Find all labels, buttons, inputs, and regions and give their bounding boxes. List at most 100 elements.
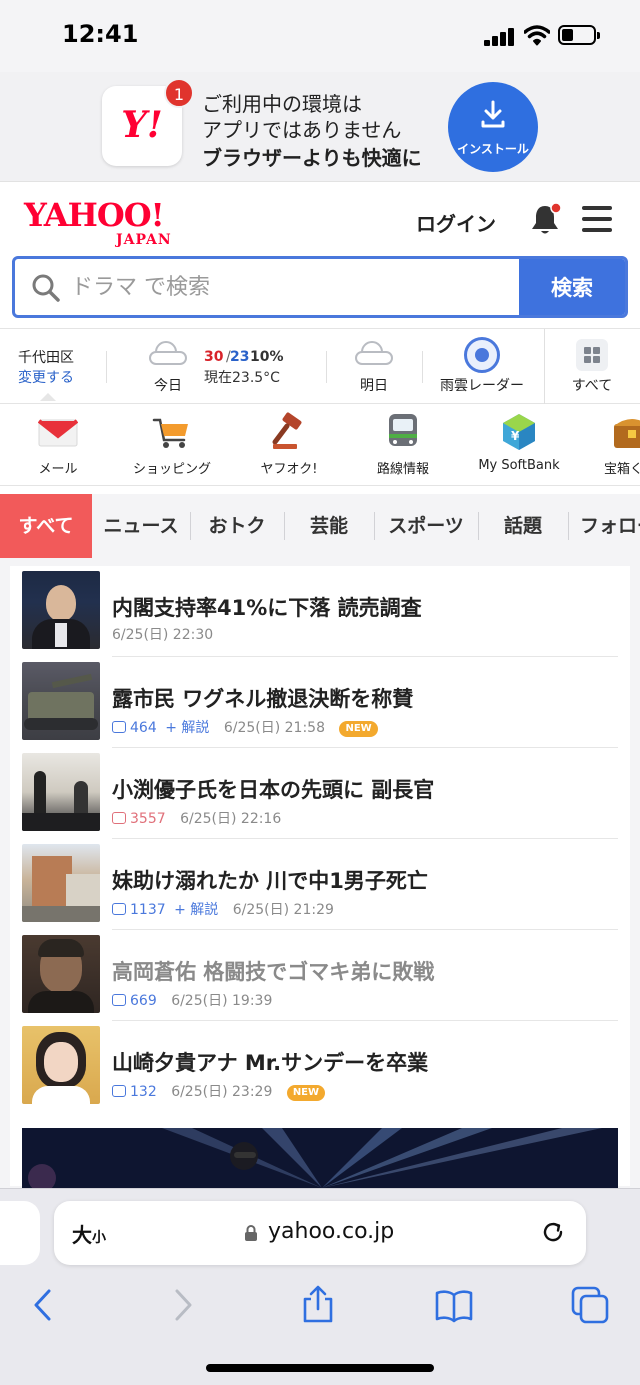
shopping-cart-icon — [152, 418, 188, 448]
news-date: 6/25(日) 23:29 — [171, 1084, 273, 1100]
page-settings-button[interactable]: 大小 — [72, 1219, 106, 1248]
logo-text: YAHOO! — [24, 196, 165, 234]
news-date: 6/25(日) 19:39 — [171, 993, 273, 1009]
tab-topics[interactable]: 話題 — [478, 494, 568, 558]
tab-deals[interactable]: おトク — [190, 494, 284, 558]
search-input[interactable] — [71, 259, 521, 315]
news-item[interactable]: 高岡蒼佑 格闘技でゴマキ弟に敗戦 669 6/25(日) 19:39 — [10, 930, 630, 1021]
tabs-icon[interactable] — [570, 1285, 610, 1325]
bookmarks-icon[interactable] — [434, 1285, 474, 1325]
comment-count[interactable]: 464 — [130, 720, 157, 736]
news-headline[interactable]: 内閣支持率41%に下落 読売調査 — [112, 592, 422, 622]
all-services-label[interactable]: すべて — [562, 375, 622, 395]
comment-count[interactable]: 3557 — [130, 811, 166, 827]
share-icon[interactable] — [298, 1285, 338, 1325]
service-label: メール — [38, 462, 78, 477]
mail-icon — [38, 419, 78, 447]
news-headline[interactable]: 高岡蒼佑 格闘技でゴマキ弟に敗戦 — [112, 956, 434, 986]
comment-icon — [112, 812, 126, 824]
news-thumbnail — [22, 753, 100, 831]
tab-sports[interactable]: スポーツ — [374, 494, 478, 558]
news-meta: 464 + 解説 6/25(日) 21:58 NEW — [112, 717, 378, 737]
battery-level — [562, 29, 573, 41]
news-headline[interactable]: 小渕優子氏を日本の先頭に 副長官 — [112, 774, 434, 804]
home-indicator — [206, 1364, 434, 1372]
news-headline[interactable]: 露市民 ワグネル撤退決断を称賛 — [112, 683, 413, 713]
news-meta: 132 6/25(日) 23:29 NEW — [112, 1081, 326, 1101]
news-date: 6/25(日) 22:16 — [180, 811, 282, 827]
news-card: 内閣支持率41%に下落 読売調査 6/25(日) 22:30 露市民 ワグネル撤… — [10, 566, 630, 1188]
commentary-link[interactable]: + 解説 — [165, 720, 209, 736]
yahoo-japan-logo[interactable]: YAHOO! JAPAN — [24, 196, 180, 248]
news-item[interactable]: 露市民 ワグネル撤退決断を称賛 464 + 解説 6/25(日) 21:58 N… — [10, 657, 630, 748]
address-bar[interactable]: 大小 yahoo.co.jp — [54, 1201, 586, 1265]
all-services-grid-icon[interactable] — [576, 339, 608, 371]
news-item[interactable]: 山崎夕貴アナ Mr.サンデーを卒業 132 6/25(日) 23:29 NEW — [10, 1021, 630, 1112]
service-treasure[interactable]: 宝箱くじ — [594, 404, 640, 486]
banner-text-line-3: ブラウザーよりも快適に — [202, 146, 422, 170]
train-icon — [389, 414, 417, 446]
low-temp: 23 — [230, 349, 250, 365]
comment-count[interactable]: 132 — [130, 1084, 157, 1100]
tab-news[interactable]: ニュース — [92, 494, 190, 558]
news-meta: 669 6/25(日) 19:39 — [112, 990, 272, 1010]
wifi-icon — [524, 25, 550, 46]
news-thumbnail — [22, 662, 100, 740]
new-badge: NEW — [339, 721, 378, 737]
status-time: 12:41 — [62, 20, 139, 48]
service-mysoftbank[interactable]: ¥ My SoftBank — [466, 404, 572, 486]
tab-entertainment[interactable]: 芸能 — [284, 494, 374, 558]
banner-text-line-1: ご利用中の環境は — [202, 92, 362, 116]
hamburger-menu-icon[interactable] — [582, 206, 614, 232]
today-label: 今日 — [154, 378, 182, 394]
news-date: 6/25(日) 22:30 — [112, 627, 214, 643]
news-thumbnail — [22, 1026, 100, 1104]
service-label: My SoftBank — [478, 458, 560, 473]
battery-icon — [558, 25, 600, 45]
app-install-banner[interactable]: Y! 1 ご利用中の環境は アプリではありません ブラウザーよりも快適に インス… — [0, 72, 640, 182]
weather-widget[interactable]: 千代田区 変更する 今日 30 / 23 10% 現在23.5°C 明日 雨雲レ… — [0, 328, 640, 405]
search-button[interactable]: 検索 — [519, 259, 625, 315]
ad-banner-image[interactable] — [22, 1128, 618, 1188]
install-label: インストール — [457, 142, 529, 156]
service-auction[interactable]: ヤフオク! — [244, 404, 334, 486]
forward-icon[interactable] — [162, 1285, 202, 1325]
cloudy-tomorrow-icon — [355, 341, 393, 365]
comment-count[interactable]: 669 — [130, 993, 157, 1009]
comment-count[interactable]: 1137 — [130, 902, 166, 918]
service-label: ヤフオク! — [260, 462, 318, 477]
auction-gavel-icon — [272, 412, 302, 449]
reload-icon[interactable] — [540, 1219, 566, 1245]
news-headline[interactable]: 山崎夕貴アナ Mr.サンデーを卒業 — [112, 1047, 428, 1077]
browser-toolbar: 大小 yahoo.co.jp — [0, 1188, 640, 1385]
bell-icon[interactable] — [528, 202, 562, 236]
comment-icon — [112, 1085, 126, 1097]
service-mail[interactable]: メール — [18, 404, 98, 486]
location-caret-icon — [40, 393, 56, 401]
login-link[interactable]: ログイン — [416, 208, 496, 237]
news-item[interactable]: 内閣支持率41%に下落 読売調査 6/25(日) 22:30 — [10, 566, 630, 657]
service-train[interactable]: 路線情報 — [358, 404, 448, 486]
url-text[interactable]: yahoo.co.jp — [268, 1219, 394, 1244]
service-shortcuts: メール ショッピング ヤフオク! 路線情報 ¥ My SoftBank 宝箱く — [0, 404, 640, 486]
back-icon[interactable] — [24, 1285, 64, 1325]
high-temp: 30 — [204, 349, 224, 365]
news-item[interactable]: 妹助け溺れたか 川で中1男子死亡 1137 + 解説 6/25(日) 21:29 — [10, 839, 630, 930]
rain-radar-icon[interactable] — [464, 337, 500, 373]
tab-follow[interactable]: フォロー — [568, 494, 640, 558]
news-headline[interactable]: 妹助け溺れたか 川で中1男子死亡 — [112, 865, 428, 895]
change-location-link[interactable]: 変更する — [18, 367, 74, 387]
download-icon — [481, 100, 505, 128]
previous-tab-preview[interactable] — [0, 1201, 40, 1265]
news-item[interactable]: 小渕優子氏を日本の先頭に 副長官 3557 6/25(日) 22:16 — [10, 748, 630, 839]
tab-all[interactable]: すべて — [0, 494, 92, 558]
treasure-box-icon — [614, 419, 640, 448]
install-button[interactable]: インストール — [448, 82, 538, 172]
tomorrow-label: 明日 — [360, 378, 388, 394]
rain-radar-label[interactable]: 雨雲レーダー — [434, 375, 530, 395]
new-badge: NEW — [286, 1085, 326, 1101]
service-shopping[interactable]: ショッピング — [122, 404, 222, 486]
comment-icon — [112, 994, 126, 1006]
site-header: YAHOO! JAPAN ログイン — [0, 182, 640, 256]
commentary-link[interactable]: + 解説 — [174, 902, 218, 918]
